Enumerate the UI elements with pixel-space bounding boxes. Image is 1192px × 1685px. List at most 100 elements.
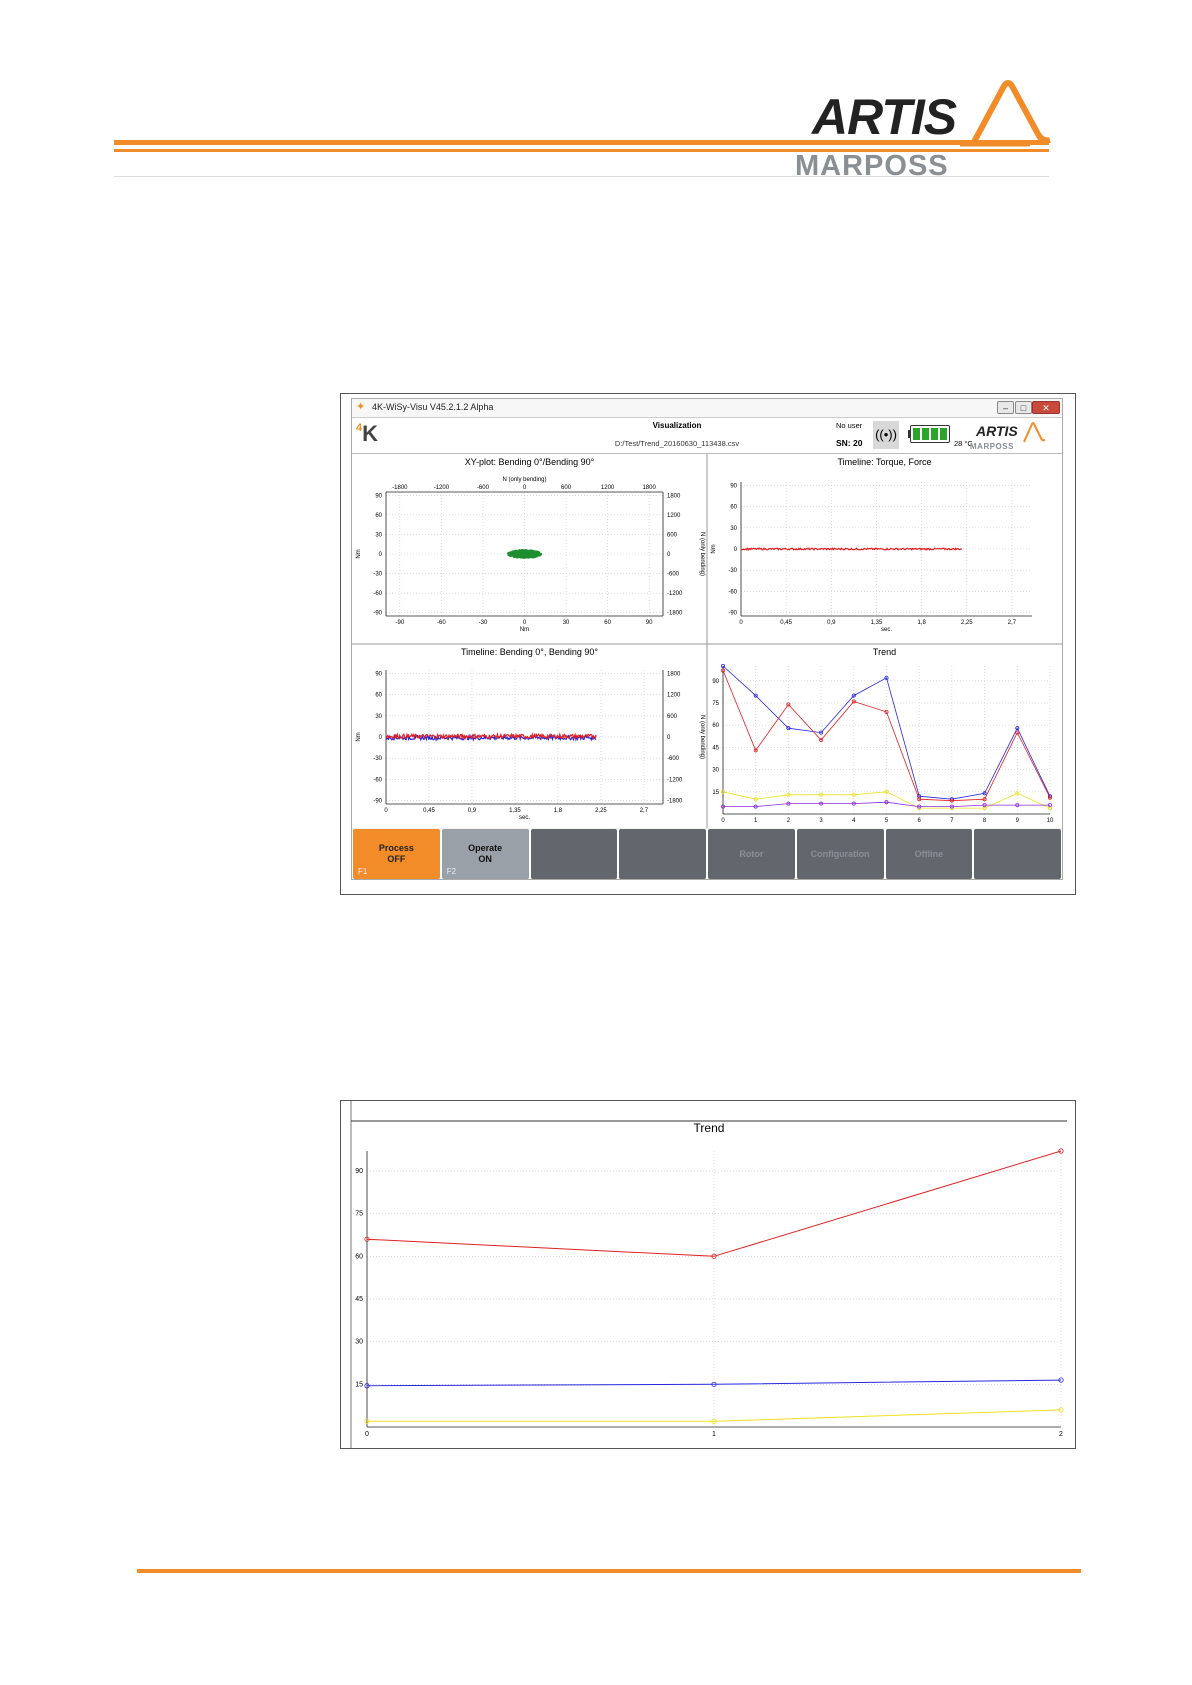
y2-tick-label: 1800 — [667, 493, 681, 499]
screenshot-trend: Trend 90 75 60 45 30 15 0 1 2 — [340, 1100, 1076, 1449]
radio-signal-icon[interactable]: ((•)) — [873, 421, 899, 449]
y2-tick-label: 1800 — [667, 672, 681, 678]
x-tick-label: 3 — [819, 818, 823, 824]
x-tick-label: 10 — [1047, 818, 1054, 824]
y2-tick-label: 1200 — [667, 513, 681, 519]
scatter-point — [532, 555, 535, 559]
y-tick-label: -60 — [373, 777, 382, 783]
footer-rule — [137, 1569, 1081, 1573]
chart-title: Timeline: Bending 0°, Bending 90° — [461, 647, 598, 657]
y-axis-label: Nm — [356, 732, 362, 741]
close-button[interactable]: ✕ — [1032, 401, 1060, 414]
y-tick-label: 90 — [355, 1168, 363, 1175]
scatter-point — [520, 556, 523, 559]
y2-tick-label: 600 — [667, 714, 678, 720]
y-tick-label: 30 — [355, 1339, 363, 1346]
scatter-point — [520, 553, 524, 556]
chart-title: Timeline: Torque, Force — [837, 457, 931, 467]
function-key-7[interactable]: Offline — [885, 829, 973, 879]
function-key-5[interactable]: Rotor — [708, 829, 795, 879]
function-key-1[interactable]: Process OFF F1 — [353, 829, 440, 879]
y2-axis-label: N (only bending) — [699, 532, 705, 576]
window-titlebar[interactable]: ✦ 4K-WiSy-Visu V45.2.1.2 Alpha – □ ✕ — [352, 399, 1062, 418]
series-line — [722, 791, 1051, 809]
minimize-button[interactable]: – — [997, 401, 1014, 414]
chart-title: Trend — [694, 1121, 725, 1135]
x-tick-label: -60 — [437, 620, 446, 626]
x-tick-label: 5 — [885, 818, 889, 824]
x-tick-label: 4 — [852, 818, 856, 824]
x-tick-label: 0,9 — [468, 808, 477, 814]
scatter-point — [515, 552, 518, 555]
series-line — [740, 547, 963, 551]
x-tick-label: 2,25 — [595, 808, 607, 814]
function-key-label: Operate ON — [468, 843, 503, 864]
x-tick-label: 90 — [646, 620, 653, 626]
scatter-point — [525, 552, 528, 556]
y-tick-label: -30 — [373, 572, 382, 578]
scatter-point — [522, 555, 525, 558]
function-key-3[interactable] — [530, 829, 618, 879]
x2-axis-label: N (only bending) — [502, 477, 546, 483]
x-axis-label: sec. — [881, 627, 892, 633]
y-tick-label: 0 — [379, 552, 383, 558]
y-tick-label: 0 — [734, 547, 738, 553]
x-tick-label: 0,45 — [780, 620, 792, 626]
x2-tick-label: 600 — [561, 485, 572, 491]
header-divider — [114, 176, 1049, 177]
scatter-point — [508, 554, 512, 557]
scatter-point — [532, 550, 535, 553]
brand-sub-logo: MARPOSS — [970, 442, 1014, 451]
y-tick-label: 90 — [730, 484, 737, 490]
y-tick-label: 0 — [379, 735, 383, 741]
y-tick-label: 60 — [375, 693, 382, 699]
function-key-bar: Process OFF F1 Operate ON F2 Rotor Configurat… — [352, 829, 1062, 879]
user-status: No user — [836, 421, 863, 430]
marposs-logo-text: MARPOSS — [795, 150, 949, 182]
function-key-6[interactable]: Configuration — [796, 829, 884, 879]
chart-title: Trend — [873, 647, 896, 657]
x-axis-label: sec. — [519, 815, 530, 821]
chart-title: XY-plot: Bending 0°/Bending 90° — [465, 457, 595, 467]
scatter-point — [536, 552, 539, 556]
x-tick-label: 8 — [983, 818, 987, 824]
function-key-shortcut: F2 — [446, 867, 457, 876]
y-tick-label: -90 — [728, 610, 737, 616]
y-tick-label: 45 — [355, 1296, 363, 1303]
x-tick-label: 0 — [384, 808, 388, 814]
scatter-point — [525, 555, 528, 559]
x-tick-label: -90 — [396, 620, 405, 626]
app-window: ✦ 4K-WiSy-Visu V45.2.1.2 Alpha – □ ✕ 4K … — [351, 398, 1063, 880]
x-tick-label: 1 — [712, 1431, 716, 1438]
function-key-4[interactable] — [619, 829, 706, 879]
scatter-point — [522, 549, 525, 552]
function-key-label: Rotor — [739, 848, 764, 859]
x-tick-label: 0 — [523, 620, 527, 626]
x-tick-label: 0 — [739, 620, 743, 626]
x2-tick-label: -1800 — [392, 485, 408, 491]
battery-icon — [910, 425, 950, 443]
maximize-button[interactable]: □ — [1015, 401, 1032, 414]
y-tick-label: -30 — [373, 756, 382, 762]
y-tick-label: 15 — [712, 790, 719, 796]
x-tick-label: 1,35 — [509, 808, 521, 814]
x-tick-label: -30 — [479, 620, 488, 626]
x-tick-label: 6 — [918, 818, 922, 824]
x2-tick-label: -600 — [477, 485, 490, 491]
x-tick-label: 1 — [754, 818, 758, 824]
function-key-label: Configuration — [810, 848, 870, 859]
brand-logo-text: ARTIS — [976, 423, 1018, 439]
brand-logo-icon — [1023, 422, 1046, 443]
y-tick-label: 30 — [375, 714, 382, 720]
y-tick-label: 15 — [355, 1381, 363, 1388]
y2-axis-label: N (only bending) — [699, 715, 705, 759]
function-key-8[interactable] — [974, 829, 1061, 879]
view-title: Visualization — [652, 421, 702, 430]
function-key-2[interactable]: Operate ON F2 — [441, 829, 529, 879]
y-tick-label: 90 — [375, 672, 382, 678]
y-tick-label: 90 — [375, 493, 382, 499]
y-tick-label: 30 — [712, 768, 719, 774]
status-bar: 4K Visualization D:/Test/Trend_20160630_… — [352, 418, 1062, 454]
scatter-point — [512, 553, 515, 556]
x-tick-label: 30 — [563, 620, 570, 626]
